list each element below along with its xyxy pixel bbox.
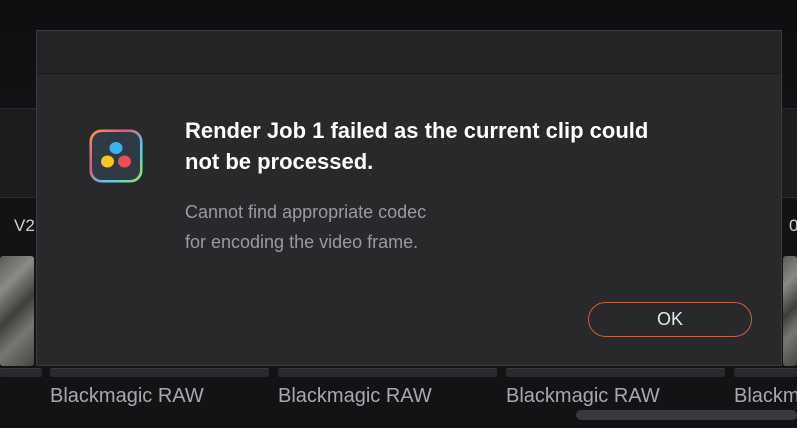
title-line: not be processed. <box>185 149 374 174</box>
clip-strip[interactable] <box>506 368 725 377</box>
timeline-scrollbar[interactable] <box>576 410 797 420</box>
clip-name[interactable]: Blackmagic RAW <box>50 385 204 408</box>
message-line: Cannot find appropriate codec <box>185 202 427 222</box>
error-dialog: Render Job 1 failed as the current clip … <box>36 30 782 366</box>
clip-strip[interactable] <box>0 368 42 377</box>
clip-thumbnail[interactable] <box>783 256 797 366</box>
track-label-v2: V2 <box>14 216 35 235</box>
clip-name[interactable]: Blackmagic RAW <box>506 385 660 408</box>
ok-button[interactable]: OK <box>588 302 752 337</box>
clip-strip[interactable] <box>734 368 797 377</box>
dialog-title: Render Job 1 failed as the current clip … <box>185 115 745 177</box>
dialog-message: Cannot find appropriate codec for encodi… <box>185 197 745 257</box>
clip-name[interactable]: Blackm <box>734 385 797 408</box>
davinci-resolve-icon <box>89 129 143 183</box>
clip-strip[interactable] <box>278 368 497 377</box>
clip-name[interactable]: Blackmagic RAW <box>278 385 432 408</box>
track-label-right: 0 <box>789 216 797 235</box>
clip-thumbnail[interactable] <box>0 256 34 366</box>
message-line: for encoding the video frame. <box>185 232 419 252</box>
title-line: Render Job 1 failed as the current clip … <box>185 118 649 143</box>
dialog-titlebar[interactable] <box>37 31 781 74</box>
clip-strip[interactable] <box>50 368 269 377</box>
